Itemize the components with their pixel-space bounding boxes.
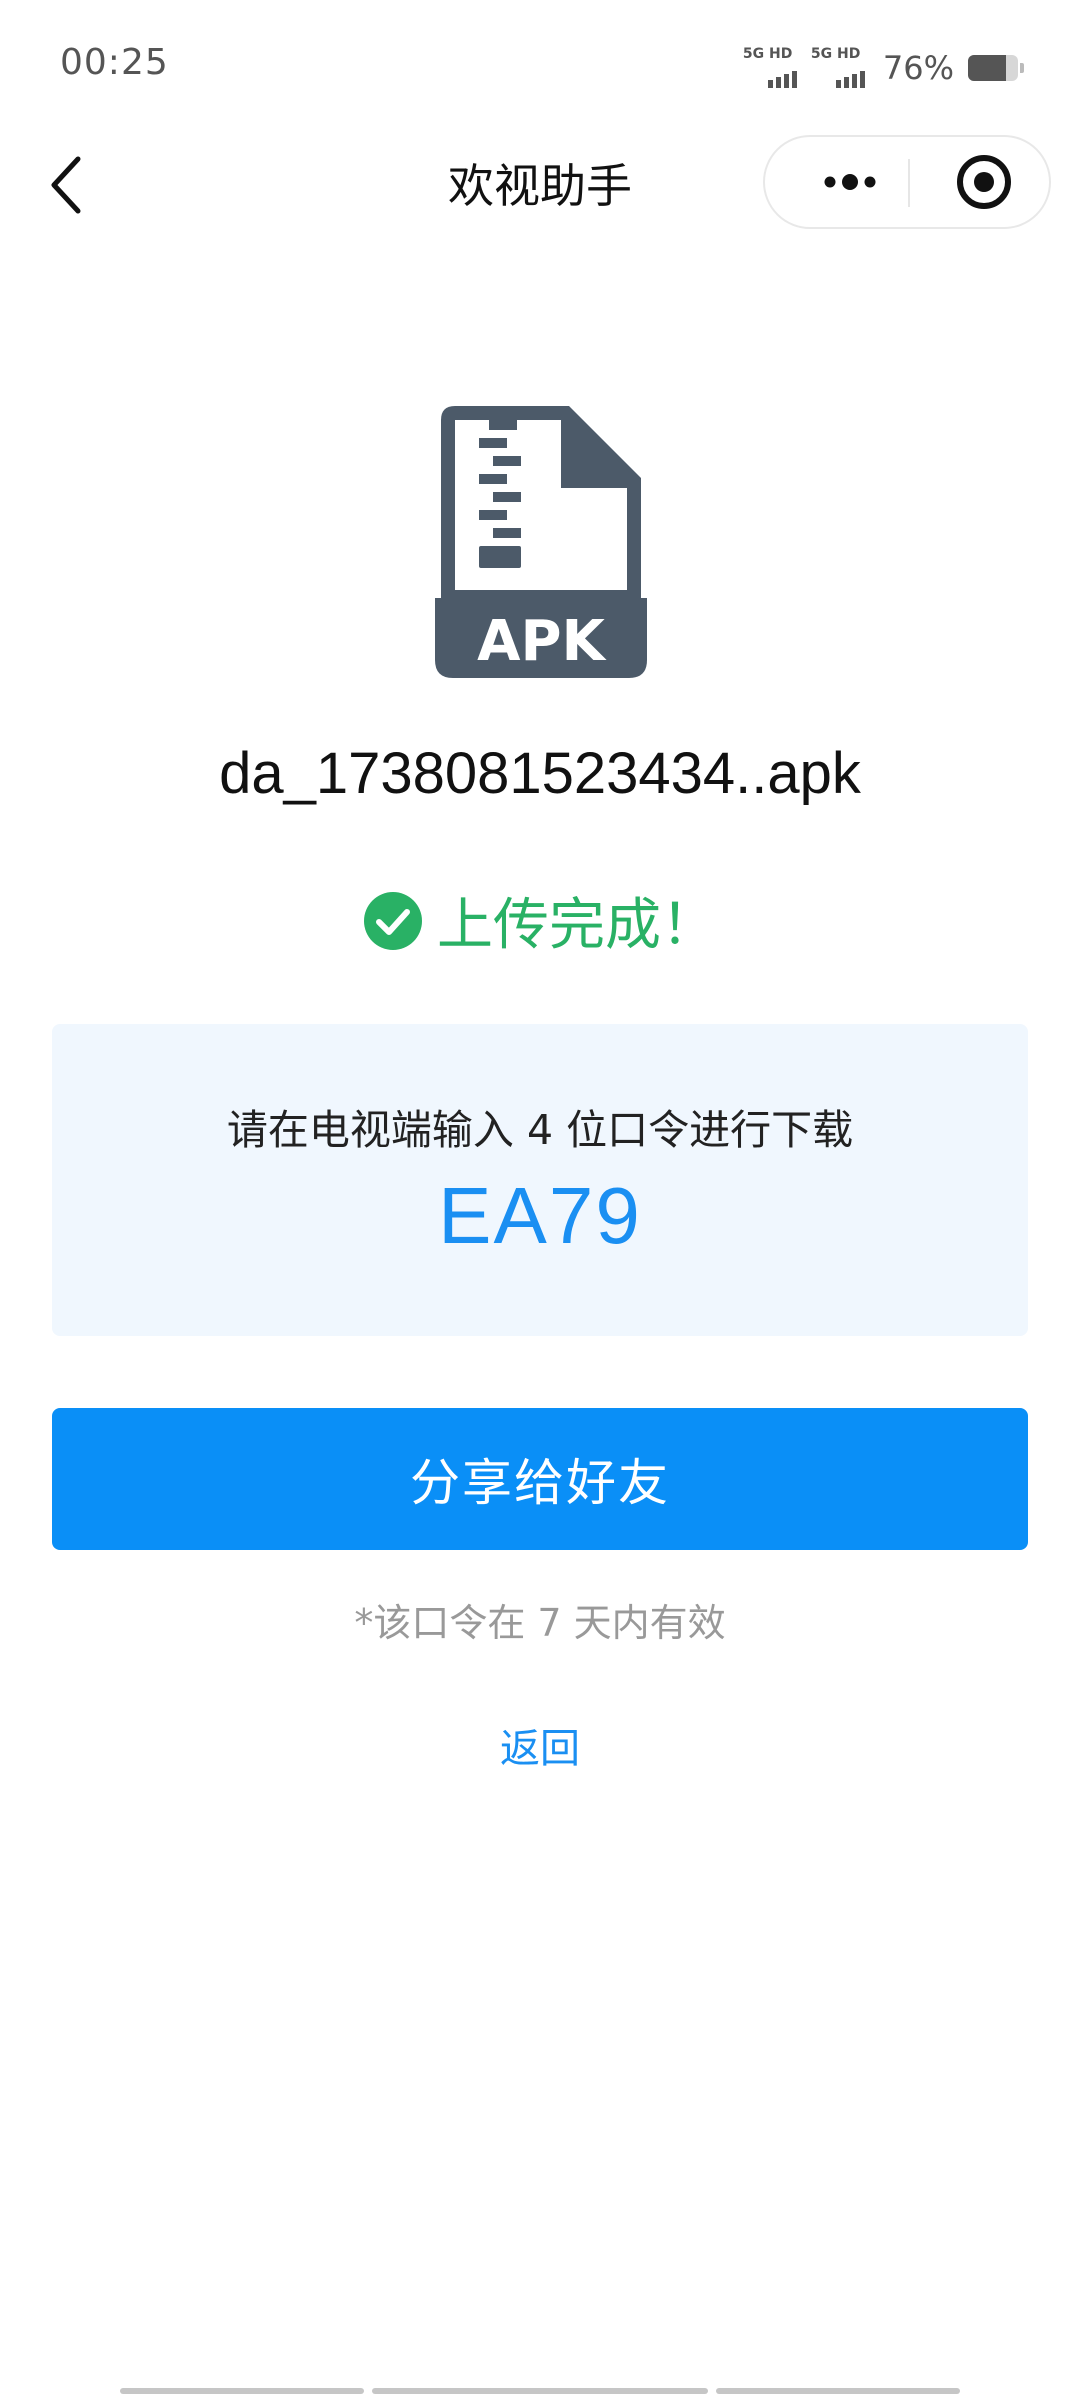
target-circle-icon xyxy=(957,155,1011,209)
access-code: EA79 xyxy=(438,1171,642,1260)
upload-status-text: 上传完成！ xyxy=(437,893,717,958)
check-circle-icon xyxy=(364,891,422,950)
battery-icon xyxy=(968,55,1024,81)
close-button[interactable] xyxy=(939,137,1029,227)
status-icons: 5G HD 5G HD 76% xyxy=(742,44,1024,92)
code-hint: 请在电视端输入 4 位口令进行下载 xyxy=(226,1106,854,1154)
upload-status: 上传完成！ xyxy=(0,880,1080,961)
screen: 00:25 5G HD 5G HD 76% 欢视助手 APK da_173808… xyxy=(0,0,1080,2400)
more-dots-icon xyxy=(824,174,876,190)
status-bar: 00:25 5G HD 5G HD 76% xyxy=(0,0,1080,130)
apk-label: APK xyxy=(477,609,607,674)
back-link[interactable]: 返回 xyxy=(0,1716,1080,1774)
status-time: 00:25 xyxy=(60,42,169,83)
signal-icon-sim2: 5G HD xyxy=(810,46,871,88)
share-to-friend-button[interactable]: 分享给好友 xyxy=(52,1408,1028,1550)
file-name: da_1738081523434..apk xyxy=(219,741,861,806)
mini-program-capsule xyxy=(763,135,1051,229)
gesture-bar xyxy=(120,2388,960,2396)
code-card: 请在电视端输入 4 位口令进行下载 EA79 xyxy=(52,1024,1028,1336)
more-button[interactable] xyxy=(805,137,895,227)
signal-icon-sim1: 5G HD xyxy=(742,46,803,88)
apk-zip-file-icon: APK xyxy=(431,402,651,682)
sim1-label: 5G HD xyxy=(742,46,793,62)
validity-note: *该口令在 7 天内有效 xyxy=(354,1601,726,1645)
sim2-label: 5G HD xyxy=(810,46,861,62)
battery-percent: 76% xyxy=(882,49,954,87)
capsule-divider xyxy=(908,159,910,207)
